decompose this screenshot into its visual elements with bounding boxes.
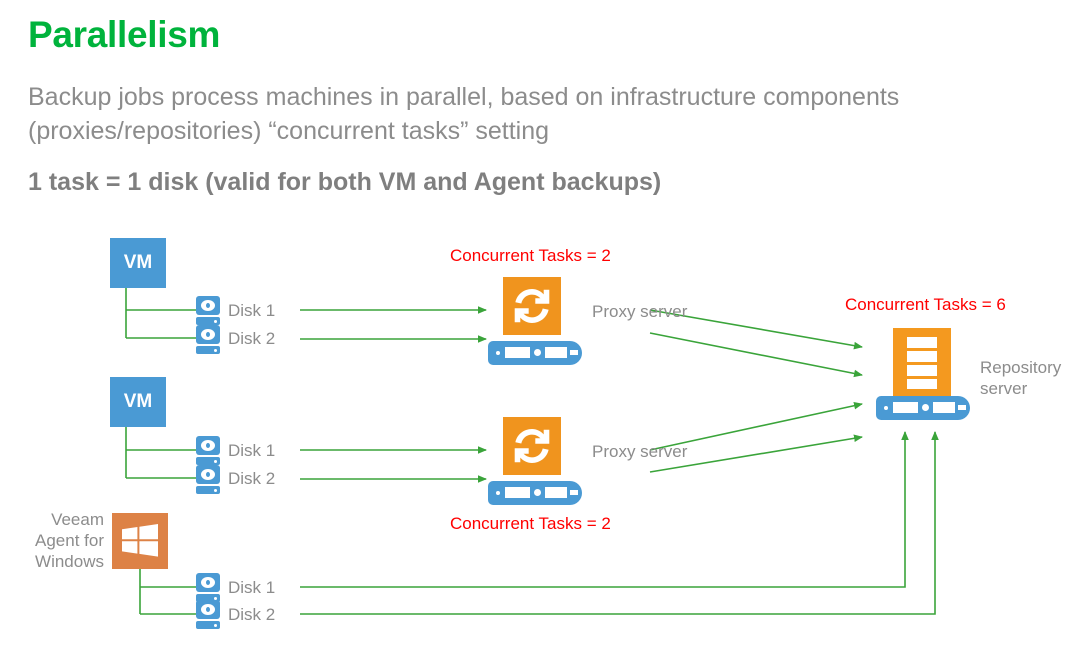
hard-disk-icon [196,296,220,325]
concurrent-tasks-proxy-2: Concurrent Tasks = 2 [450,514,611,533]
vm-tile-1[interactable]: VM [110,238,166,288]
disk-label-vm1-disk2: Disk 2 [228,329,276,348]
concurrent-tasks-proxy-1: Concurrent Tasks = 2 [450,246,611,265]
disk-label-agent-disk1: Disk 1 [228,578,276,597]
hard-disk-icon [196,573,220,602]
hard-disk-icon [196,325,220,354]
server-rack-icon [488,481,582,505]
server-rack-icon [488,341,582,365]
proxy-server-label-2: Proxy server [592,442,688,461]
storage-stack-icon [893,328,951,398]
disk-label-agent-disk2: Disk 2 [228,605,276,624]
windows-logo-icon[interactable] [112,513,168,569]
vm-tile-2[interactable]: VM [110,377,166,427]
sync-arrows-icon [503,417,561,475]
hard-disk-icon [196,600,220,629]
hard-disk-icon [196,436,220,465]
slide-canvas: Parallelism Backup jobs process machines… [0,0,1084,645]
sync-arrows-icon [503,277,561,335]
server-rack-icon [876,396,970,420]
disk-label-vm1-disk1: Disk 1 [228,301,276,320]
repository-server-label: Repository server [980,358,1062,398]
vm-tile-label: VM [123,391,153,412]
hard-disk-icon [196,465,220,494]
proxy-server-label-1: Proxy server [592,302,688,321]
concurrent-tasks-repository: Concurrent Tasks = 6 [845,295,1006,314]
disk-label-vm2-disk1: Disk 1 [228,441,276,460]
vm-tile-label: VM [123,252,153,273]
disk-label-vm2-disk2: Disk 2 [228,469,276,488]
agent-source-label: Veeam Agent for Windows [35,510,104,571]
